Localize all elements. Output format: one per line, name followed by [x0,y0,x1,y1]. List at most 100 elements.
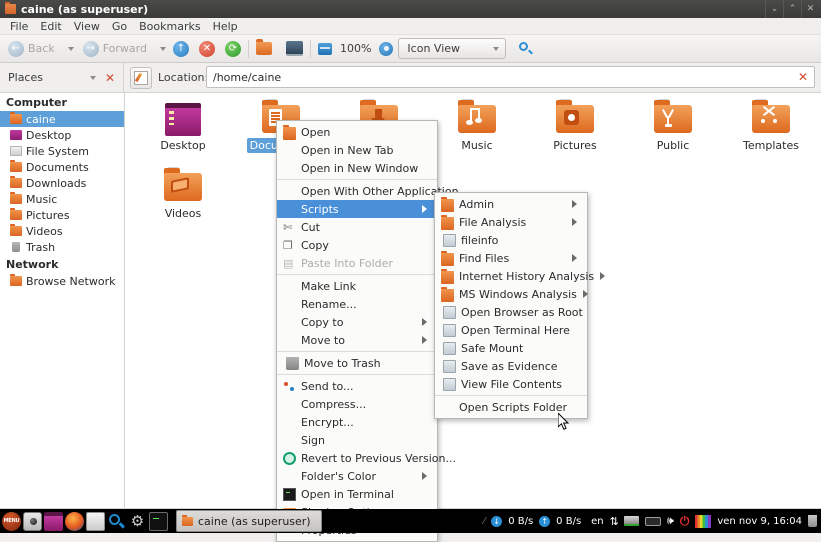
volume-icon[interactable]: 🕪 [667,514,674,528]
menu-bookmarks[interactable]: Bookmarks [133,19,206,34]
search-icon[interactable] [518,41,534,57]
camera-icon[interactable] [23,512,42,531]
context-menu[interactable]: Open Open in New Tab Open in New Window … [276,120,438,542]
sidebar-item-browse-network[interactable]: Browse Network [0,273,124,289]
forward-dropdown-icon[interactable] [160,47,166,51]
toolbar: ← Back → Forward ↑ ✕ ⟳ 100% Icon View [0,35,821,63]
folder-icon [182,517,193,526]
battery-icon[interactable] [645,517,661,526]
menu-edit[interactable]: Edit [34,19,67,34]
trash-icon[interactable] [808,515,817,527]
menu-view[interactable]: View [68,19,106,34]
context-menu-item-send-to[interactable]: Send to... [277,377,437,395]
forward-button[interactable]: → Forward [81,37,153,61]
context-menu-item-make-link[interactable]: Make Link [277,277,437,295]
disk-icon[interactable] [624,516,639,526]
scripts-item-safe-mount[interactable]: Safe Mount [435,339,587,357]
clock[interactable]: ven nov 9, 16:04 [717,516,802,527]
maximize-button[interactable]: ⌃ [783,0,801,18]
context-menu-item-copy[interactable]: ❐ Copy [277,236,437,254]
location-input[interactable]: /home/caine ✕ [206,66,815,88]
drive-icon[interactable] [86,512,105,531]
sidebar-item-desktop[interactable]: Desktop [0,127,124,143]
blank-icon [283,470,296,483]
rainbow-icon[interactable] [695,515,711,528]
context-menu-item-copy-to[interactable]: Copy to [277,313,437,331]
home-icon[interactable] [256,42,272,55]
menu-orb-icon[interactable]: MENU [2,512,21,531]
terminal-icon[interactable] [149,512,168,531]
stop-icon[interactable]: ✕ [199,41,215,57]
taskbar-window-button[interactable]: caine (as superuser) [176,510,322,532]
reload-icon[interactable]: ⟳ [225,41,241,57]
scripts-item-view-file-contents[interactable]: View File Contents [435,375,587,393]
menu-file[interactable]: File [4,19,34,34]
file-item-label: Public [654,138,693,153]
keyboard-layout[interactable]: en [591,516,604,527]
file-item-music[interactable]: Music [429,99,525,153]
context-menu-item-cut[interactable]: ✄ Cut [277,218,437,236]
window-title: caine (as superuser) [21,3,148,16]
context-menu-item-revert-to-previous-version[interactable]: Revert to Previous Version... [277,449,437,467]
scripts-item-file-analysis[interactable]: File Analysis [435,213,587,231]
view-mode-select[interactable]: Icon View [398,38,506,59]
menu-help[interactable]: Help [207,19,244,34]
scripts-item-fileinfo[interactable]: fileinfo [435,231,587,249]
file-item-templates[interactable]: Templates [723,99,819,153]
power-icon[interactable]: ⏻ [680,514,690,529]
scripts-item-save-as-evidence[interactable]: Save as Evidence [435,357,587,375]
context-menu-item-move-to[interactable]: Move to [277,331,437,349]
back-dropdown-icon[interactable] [68,47,74,51]
context-menu-item-open-in-new-window[interactable]: Open in New Window [277,159,437,177]
location-edit-toggle[interactable] [130,67,152,89]
places-sidebar[interactable]: Computer caine Desktop File System Docum… [0,92,125,508]
scripts-item-open-terminal-here[interactable]: Open Terminal Here [435,321,587,339]
scripts-item-open-browser-as-root[interactable]: Open Browser as Root [435,303,587,321]
context-menu-item-open-in-terminal[interactable]: Open in Terminal [277,485,437,503]
scripts-submenu[interactable]: Admin File Analysis fileinfo Find Files … [434,192,588,419]
zoom-out-icon[interactable] [318,43,332,55]
computer-icon[interactable] [286,41,303,56]
gears-icon[interactable]: ⚙ [128,512,147,531]
context-menu-item-compress[interactable]: Compress... [277,395,437,413]
scripts-item-admin[interactable]: Admin [435,195,587,213]
context-menu-item-encrypt[interactable]: Encrypt... [277,413,437,431]
sidebar-item-file-system[interactable]: File System [0,143,124,159]
chevron-down-icon[interactable] [90,76,96,80]
close-icon[interactable]: ✕ [798,70,808,84]
context-menu-item-sign[interactable]: Sign [277,431,437,449]
context-menu-item-rename[interactable]: Rename... [277,295,437,313]
back-button[interactable]: ← Back [6,37,61,61]
minimize-button[interactable]: ⌄ [765,0,783,18]
sidebar-item-caine[interactable]: caine [0,111,124,127]
up-icon[interactable]: ↑ [173,41,189,57]
context-menu-item-folders-color[interactable]: Folder's Color [277,467,437,485]
sidebar-item-music[interactable]: Music [0,191,124,207]
file-item-public[interactable]: Public [625,99,721,153]
terminal-purple-icon[interactable] [44,512,63,531]
network-arrows-icon[interactable]: ⇅ [610,515,618,528]
sidebar-item-documents[interactable]: Documents [0,159,124,175]
magnifier-icon[interactable] [107,512,126,531]
close-icon[interactable]: ✕ [105,71,115,85]
scripts-item-find-files[interactable]: Find Files [435,249,587,267]
file-item-videos[interactable]: Videos [135,167,231,221]
context-menu-item-open-with-other-application[interactable]: Open With Other Application... [277,182,437,200]
zoom-reset-icon[interactable] [379,42,393,56]
context-menu-item-scripts[interactable]: Scripts [277,200,437,218]
firefox-icon[interactable] [65,512,84,531]
sidebar-item-pictures[interactable]: Pictures [0,207,124,223]
menu-go[interactable]: Go [106,19,133,34]
scripts-item-internet-history-analysis[interactable]: Internet History Analysis [435,267,587,285]
scripts-item-ms-windows-analysis[interactable]: MS Windows Analysis [435,285,587,303]
context-menu-item-open[interactable]: Open [277,123,437,141]
close-button[interactable]: ✕ [801,0,819,18]
context-menu-item-open-in-new-tab[interactable]: Open in New Tab [277,141,437,159]
file-item-pictures[interactable]: Pictures [527,99,623,153]
blank-icon [283,434,296,447]
context-menu-item-move-to-trash[interactable]: Move to Trash [277,354,437,372]
sidebar-item-trash[interactable]: Trash [0,239,124,255]
file-item-desktop[interactable]: Desktop [135,99,231,153]
sidebar-item-downloads[interactable]: Downloads [0,175,124,191]
sidebar-item-videos[interactable]: Videos [0,223,124,239]
